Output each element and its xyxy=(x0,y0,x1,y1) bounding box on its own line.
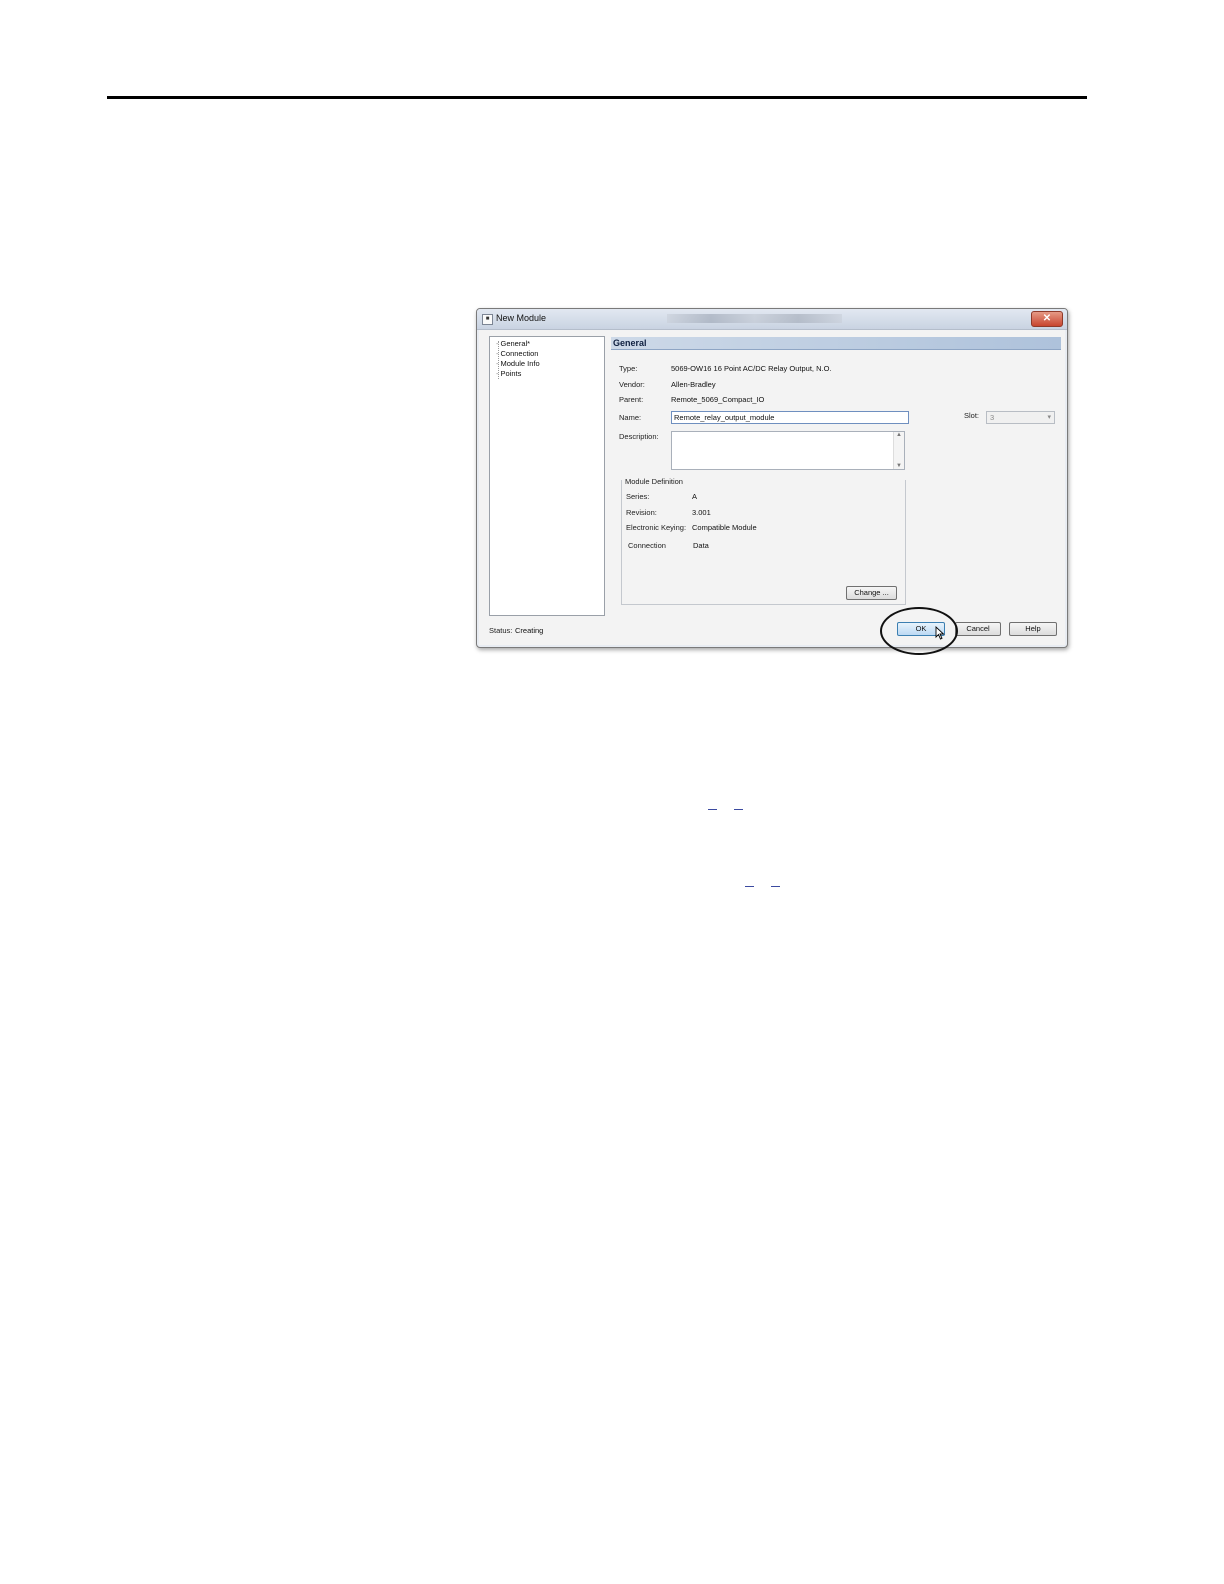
slot-select[interactable]: 3 ▾ xyxy=(986,411,1055,424)
background-window-blur xyxy=(667,314,842,323)
scroll-down-icon[interactable]: ▼ xyxy=(894,463,904,469)
status-value: Creating xyxy=(515,626,544,635)
series-value: A xyxy=(692,492,698,501)
page-top-rule xyxy=(107,96,1087,99)
parent-label: Parent: xyxy=(619,395,644,404)
vendor-label: Vendor: xyxy=(619,380,645,389)
window-icon: ■ xyxy=(482,314,493,325)
new-module-dialog: ■ New Module ✕ - General* - Connection - Mo… xyxy=(476,308,1068,648)
vendor-value: Allen-Bradley xyxy=(671,380,716,389)
name-input[interactable]: Remote_relay_output_module xyxy=(671,411,909,424)
link-mark xyxy=(745,886,754,887)
description-scrollbar[interactable]: ▲ ▼ xyxy=(893,432,904,469)
cancel-button[interactable]: Cancel xyxy=(955,622,1001,636)
change-button[interactable]: Change ... xyxy=(846,586,897,600)
slot-label: Slot: xyxy=(964,411,980,420)
status-label: Status: xyxy=(489,626,513,635)
close-icon: ✕ xyxy=(1042,313,1052,324)
dialog-title: New Module xyxy=(496,313,547,323)
help-button[interactable]: Help xyxy=(1009,622,1057,636)
tree-item-module-info[interactable]: - Module Info xyxy=(496,359,540,368)
close-button[interactable]: ✕ xyxy=(1031,311,1063,327)
type-label: Type: xyxy=(619,364,638,373)
section-header-general: General xyxy=(611,337,1061,350)
tree-item-points[interactable]: - Points xyxy=(496,369,521,378)
scroll-up-icon[interactable]: ▲ xyxy=(894,432,904,438)
parent-value: Remote_5069_Compact_IO xyxy=(671,395,765,404)
dialog-client-area: - General* - Connection - Module Info - Poin… xyxy=(479,330,1065,645)
type-value: 5069-OW16 16 Point AC/DC Relay Output, N… xyxy=(671,364,832,373)
name-label: Name: xyxy=(619,413,642,422)
electronic-keying-value: Compatible Module xyxy=(692,523,757,532)
revision-label: Revision: xyxy=(626,508,657,517)
dialog-titlebar[interactable]: ■ New Module ✕ xyxy=(477,309,1067,330)
link-mark xyxy=(734,809,743,810)
description-label: Description: xyxy=(619,432,659,441)
description-input[interactable]: ▲ ▼ xyxy=(671,431,905,470)
link-mark xyxy=(708,809,717,810)
connection-label: Connection xyxy=(628,541,666,550)
mouse-cursor-icon xyxy=(935,626,945,640)
revision-value: 3.001 xyxy=(692,508,711,517)
tree-item-general[interactable]: - General* xyxy=(496,339,530,348)
connection-value: Data xyxy=(693,541,709,550)
slot-value: 3 xyxy=(990,413,995,422)
tree-item-connection[interactable]: - Connection xyxy=(496,349,538,358)
category-tree[interactable]: - General* - Connection - Module Info - Poin… xyxy=(489,336,605,616)
chevron-down-icon: ▾ xyxy=(1047,414,1051,421)
link-mark xyxy=(771,886,780,887)
electronic-keying-label: Electronic Keying: xyxy=(626,523,687,532)
ok-highlight-circle xyxy=(880,607,958,655)
series-label: Series: xyxy=(626,492,650,501)
